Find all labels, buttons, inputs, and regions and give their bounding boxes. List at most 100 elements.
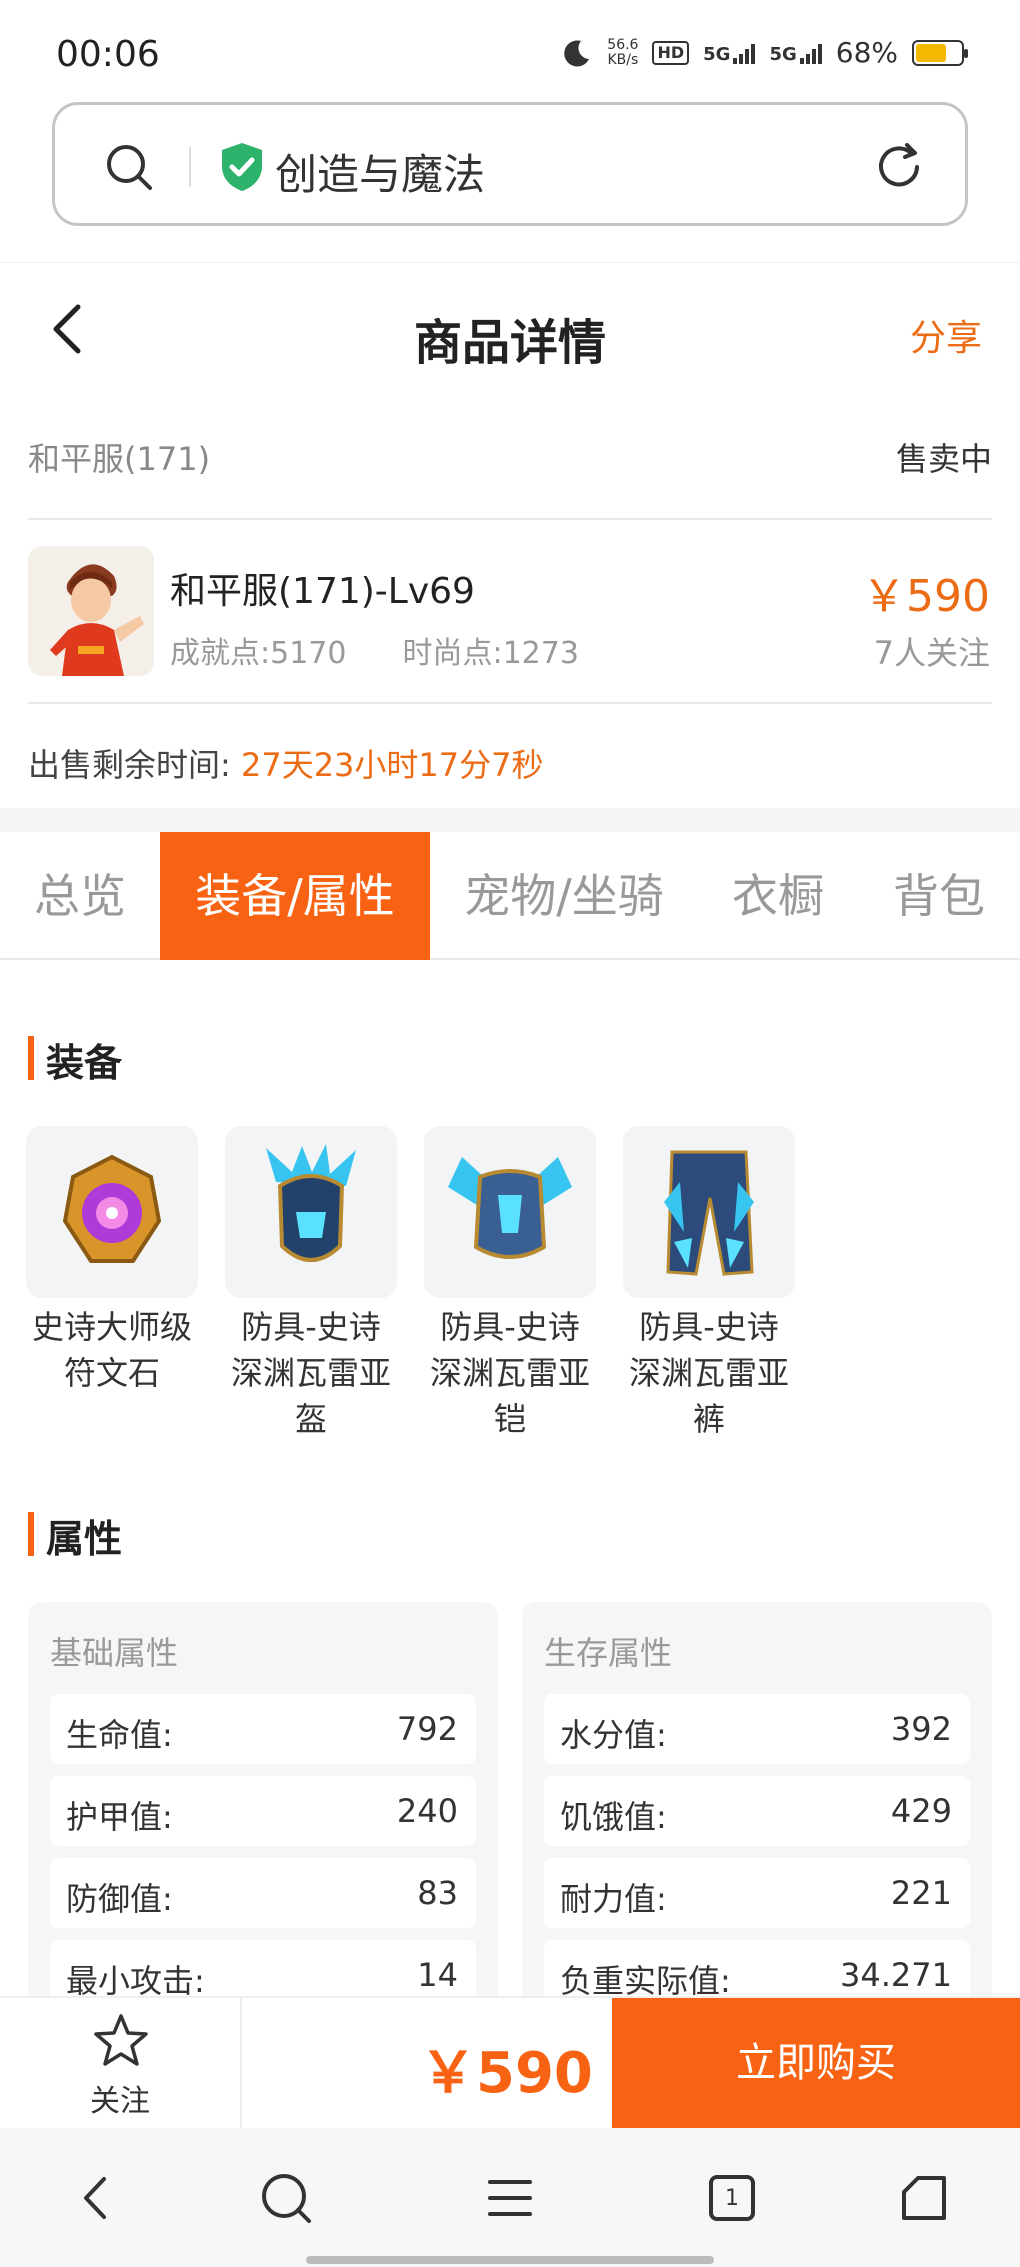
home-button[interactable] <box>892 2166 956 2230</box>
server-name: 和平服(171) <box>28 440 211 478</box>
address-text[interactable]: 创造与魔法 <box>275 141 485 202</box>
equipment-item[interactable]: 防具-史诗 深渊瓦雷亚 盔 <box>225 1126 397 1442</box>
address-divider <box>189 147 191 187</box>
equipment-label-line: 防具-史诗 <box>639 1308 779 1346</box>
equipment-item[interactable]: 防具-史诗 深渊瓦雷亚 裤 <box>623 1126 795 1442</box>
product-name: 和平服(171)-Lv69 <box>170 571 475 612</box>
fashion-points: 时尚点:1273 <box>402 636 579 671</box>
pants-icon <box>623 1126 795 1298</box>
search-icon <box>262 2174 311 2223</box>
basic-attributes-title: 基础属性 <box>50 1634 179 1672</box>
remaining-time-label: 出售剩余时间: <box>28 746 231 784</box>
back-button[interactable] <box>64 2166 128 2230</box>
helmet-icon <box>225 1126 397 1298</box>
home-icon <box>902 2176 946 2220</box>
follow-button[interactable]: 关注 <box>0 1998 242 2128</box>
attribute-row: 水分值: 392 <box>544 1694 970 1764</box>
status-indicators: 56.6 KB/s HD 5G 5G 68% <box>561 36 968 69</box>
attribute-value: 83 <box>417 1874 458 1912</box>
star-icon <box>94 2014 148 2066</box>
tabs-button[interactable]: 1 <box>700 2166 764 2230</box>
attribute-value: 14 <box>417 1956 458 1994</box>
status-time: 00:06 <box>56 34 160 75</box>
battery-icon <box>912 39 968 66</box>
battery-percent: 68% <box>835 36 898 69</box>
signal-1-label: 5G <box>703 43 731 65</box>
product-stats: 成就点:5170 时尚点:1273 <box>170 628 579 672</box>
net-speed: 56.6 KB/s <box>607 36 639 68</box>
address-bar[interactable]: 创造与魔法 <box>52 102 968 226</box>
menu-button[interactable] <box>478 2166 542 2230</box>
attribute-name: 防御值: <box>66 1880 173 1918</box>
armor-icon <box>424 1126 596 1298</box>
signal-bars-icon <box>799 42 822 64</box>
rune-stone-icon <box>26 1126 198 1298</box>
survival-attributes-panel: 生存属性 水分值: 392 饥饿值: 429 耐力值: 221 负重实际值: 3… <box>522 1602 992 2022</box>
character-avatar <box>28 546 154 676</box>
divider <box>28 702 992 704</box>
browser-nav-bar: 1 <box>0 2128 1020 2267</box>
equipment-item[interactable]: 史诗大师级 符文石 <box>26 1126 198 1396</box>
follow-label: 关注 <box>90 2084 150 2119</box>
equipment-label-line: 符文石 <box>63 1354 160 1392</box>
character-avatar-image <box>28 546 154 676</box>
tab-pets-mounts[interactable]: 宠物/坐骑 <box>430 832 698 960</box>
attribute-row: 防御值: 83 <box>50 1858 476 1928</box>
attribute-name: 水分值: <box>560 1716 667 1754</box>
page-title: 商品详情 <box>413 315 606 371</box>
equipment-label-line: 防具-史诗 <box>241 1308 381 1346</box>
detail-tabs: 总览 装备/属性 宠物/坐骑 衣橱 背包 <box>0 832 1020 960</box>
tab-wardrobe[interactable]: 衣橱 <box>698 832 858 960</box>
back-icon <box>84 2177 106 2219</box>
signal-1: 5G <box>703 42 756 65</box>
moon-icon <box>564 39 590 66</box>
share-button[interactable]: 分享 <box>910 309 982 361</box>
sale-status: 售卖中 <box>895 440 992 478</box>
section-spacer <box>0 808 1020 832</box>
net-speed-value: 56.6 <box>607 36 639 53</box>
equipment-label-line: 裤 <box>692 1400 725 1438</box>
equipment-label-line: 防具-史诗 <box>440 1308 580 1346</box>
signal-2-label: 5G <box>769 43 797 65</box>
equipment-label-line: 盔 <box>294 1400 327 1438</box>
product-price: ￥590 <box>862 571 990 622</box>
achievement-points: 成就点:5170 <box>170 636 347 671</box>
home-indicator[interactable] <box>306 2256 714 2264</box>
attribute-row: 饥饿值: 429 <box>544 1776 970 1846</box>
attribute-value: 240 <box>396 1792 458 1830</box>
purchase-bar: 关注 ￥590 立即购买 <box>0 1996 1020 2128</box>
equipment-label-line: 深渊瓦雷亚 <box>429 1354 590 1392</box>
attribute-name: 耐力值: <box>560 1880 667 1918</box>
search-button[interactable] <box>254 2166 318 2230</box>
tab-equipment-attributes[interactable]: 装备/属性 <box>160 832 430 960</box>
equipment-label-line: 深渊瓦雷亚 <box>230 1354 391 1392</box>
attribute-name: 饥饿值: <box>560 1798 667 1836</box>
remaining-time: 出售剩余时间: 27天23小时17分7秒 <box>28 740 544 786</box>
tab-overview[interactable]: 总览 <box>0 832 160 960</box>
divider <box>28 518 992 520</box>
attribute-row: 耐力值: 221 <box>544 1858 970 1928</box>
search-icon[interactable] <box>103 141 155 193</box>
attribute-row: 生命值: 792 <box>50 1694 476 1764</box>
status-bar: 00:06 56.6 KB/s HD 5G 5G 68% <box>0 0 1020 100</box>
equipment-item[interactable]: 防具-史诗 深渊瓦雷亚 铠 <box>424 1126 596 1442</box>
remaining-time-value: 27天23小时17分7秒 <box>240 746 544 784</box>
refresh-icon[interactable] <box>873 141 925 193</box>
battery-level <box>916 43 946 62</box>
follower-count: 7人关注 <box>873 634 990 672</box>
attribute-name: 生命值: <box>66 1716 173 1754</box>
tab-backpack[interactable]: 背包 <box>858 832 1020 960</box>
attribute-name: 护甲值: <box>66 1798 173 1836</box>
equipment-label-line: 铠 <box>493 1400 526 1438</box>
net-speed-unit: KB/s <box>607 51 639 68</box>
signal-2: 5G <box>769 42 822 65</box>
equipment-label-line: 深渊瓦雷亚 <box>628 1354 789 1392</box>
signal-bars-icon <box>733 42 756 64</box>
buy-now-button[interactable]: 立即购买 <box>612 1998 1020 2128</box>
basic-attributes-panel: 基础属性 生命值: 792 护甲值: 240 防御值: 83 最小攻击: 14 <box>28 1602 498 2022</box>
attribute-value: 429 <box>890 1792 952 1830</box>
survival-attributes-title: 生存属性 <box>544 1634 673 1672</box>
shield-check-icon <box>222 143 262 191</box>
page-header: 商品详情 分享 <box>0 262 1020 386</box>
server-row: 和平服(171) 售卖中 <box>28 434 992 480</box>
